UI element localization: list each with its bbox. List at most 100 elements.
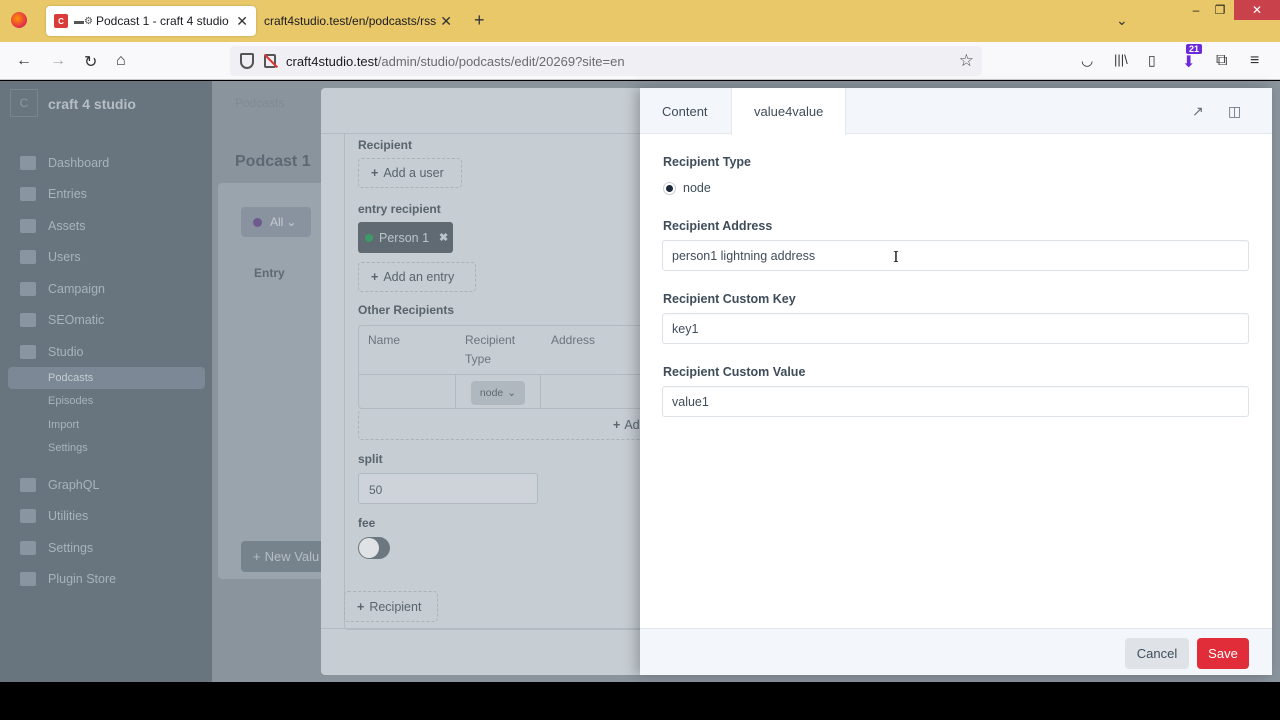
hamburger-menu-icon[interactable]: ≡ [1250,52,1259,70]
sidebar-item-users[interactable]: Users [20,250,81,264]
filter-label: All [270,215,284,229]
sidebar-toggle-icon[interactable]: ▯ [1148,52,1156,69]
recipient-custom-value-label: Recipient Custom Value [663,365,806,379]
add-entry-button[interactable]: + Add an entry [358,262,476,292]
status-dot-icon [253,217,262,227]
sidebar-item-label: Entries [48,187,87,201]
entry-chip-label: Person 1 [379,230,430,245]
save-button[interactable]: Save [1197,638,1249,669]
sidebar-panel-icon[interactable]: ◫ [1228,103,1241,120]
recipient-type-radio-node[interactable]: node [663,181,711,195]
sidebar-item-graphql[interactable]: GraphQL [20,478,99,492]
entry-recipient-label: entry recipient [358,202,441,216]
subnav-podcasts[interactable]: Podcasts [48,372,93,384]
gear-icon [20,541,36,555]
new-value-label: New Valu [264,549,320,564]
radio-selected-icon[interactable] [663,181,676,195]
sidebar-item-label: Users [48,250,81,264]
sidebar-item-seomatic[interactable]: SEOmatic [20,313,104,327]
recipient-block: Recipient + Add a user entry recipient Pe… [344,134,641,630]
status-dot-icon [365,233,373,242]
sidebar-item-plugin-store[interactable]: Plugin Store [20,572,116,586]
slideout-header: Content value4value ↗ ◫ [640,88,1272,135]
close-tab-icon[interactable]: ✕ [440,13,452,30]
tab-rss[interactable]: craft4studio.test/en/podcasts/rss?p ✕ [258,6,458,36]
recipient-type-select[interactable]: node ⌄ [471,381,525,405]
sidebar-item-label: Assets [48,219,86,233]
restore-icon[interactable]: ❐ [1206,0,1234,20]
add-recipient-button[interactable]: + Recipient [344,591,438,622]
navigation-bar: ← → ↻ ⌂ craft4studio.test/admin/studio/p… [0,42,1280,80]
chevron-down-icon[interactable]: ⌄ [1116,12,1128,29]
library-icon[interactable]: |||\ [1114,52,1128,67]
seomatic-icon [20,313,36,327]
back-icon[interactable]: ← [16,52,32,70]
sidebar-item-dashboard[interactable]: Dashboard [20,156,109,170]
new-tab-icon[interactable]: + [474,10,485,31]
bookmark-star-icon[interactable]: ☆ [959,51,974,71]
subnav-episodes[interactable]: Episodes [48,395,93,407]
sidebar-item-assets[interactable]: Assets [20,219,86,233]
puzzle-extensions-icon[interactable]: ⧉ [1216,52,1227,70]
recipient-address-label: Recipient Address [663,219,773,233]
sidebar-item-settings[interactable]: Settings [20,541,93,555]
plus-icon: + [371,166,379,180]
sidebar-item-label: Plugin Store [48,572,117,586]
sidebar-item-label: Settings [48,541,94,555]
sidebar-item-campaign[interactable]: Campaign [20,282,105,296]
add-user-button[interactable]: + Add a user [358,158,462,188]
sidebar-item-entries[interactable]: Entries [20,187,87,201]
extension-icon[interactable]: ⬇ [1182,52,1195,72]
entries-icon [20,187,36,201]
plus-icon: + [253,549,261,564]
breadcrumb[interactable]: Podcasts [235,96,284,110]
add-row-label: Add a [624,417,641,432]
recipient-custom-key-input[interactable]: key1 [662,313,1249,344]
home-icon[interactable]: ⌂ [116,52,126,70]
extension-badge: 21 [1186,44,1203,54]
entry-chip[interactable]: Person 1 ✖ [358,222,453,253]
url-bar[interactable]: craft4studio.test/admin/studio/podcasts/… [230,46,982,76]
subnav-import[interactable]: Import [48,419,79,431]
tab-content[interactable]: Content [640,88,730,134]
cancel-button[interactable]: Cancel [1125,638,1189,669]
wrench-icon [20,509,36,523]
browser-tab-strip: C ▬⚙ Podcast 1 - craft 4 studio ✕ craft4… [0,0,1280,42]
recipient-custom-key-label: Recipient Custom Key [663,292,796,306]
site-name[interactable]: craft 4 studio [48,96,136,112]
open-external-icon[interactable]: ↗ [1192,103,1204,120]
reload-icon[interactable]: ↻ [84,52,97,72]
assets-icon [20,219,36,233]
tab-podcast[interactable]: C ▬⚙ Podcast 1 - craft 4 studio ✕ [46,6,256,36]
remove-icon[interactable]: ✖ [439,231,448,244]
split-input[interactable]: 50 [358,473,538,504]
sidebar-item-utilities[interactable]: Utilities [20,509,88,523]
status-filter-button[interactable]: All ⌄ [241,207,311,237]
pocket-icon[interactable]: ◡ [1081,52,1093,69]
fee-toggle[interactable] [358,537,390,559]
firefox-icon[interactable] [11,12,27,28]
content-card [218,183,338,579]
sidebar-item-label: Utilities [48,509,89,523]
sidebar-item-studio[interactable]: Studio [20,345,83,359]
shield-icon[interactable] [240,53,254,69]
panel-header [321,88,641,134]
new-value-button[interactable]: + New Valu [241,541,331,572]
plug-icon [20,572,36,586]
tab-value4value[interactable]: value4value [731,88,847,135]
craft-app: C craft 4 studio Dashboard Entries Asset… [0,81,1280,682]
plus-icon: + [357,599,365,614]
forward-icon[interactable]: → [50,52,66,70]
slideout-footer: Cancel Save [640,628,1272,675]
tab-title: craft4studio.test/en/podcasts/rss?p [264,14,437,28]
close-tab-icon[interactable]: ✕ [236,13,248,30]
subnav-settings[interactable]: Settings [48,442,88,454]
recipient-custom-value-input[interactable]: value1 [662,386,1249,417]
users-icon [20,250,36,264]
site-logo[interactable]: C [10,89,38,117]
add-row-button[interactable]: +Add a [358,410,641,440]
url-path: /admin/studio/podcasts/edit/20269?site=e… [377,53,625,69]
window-close-icon[interactable]: ✕ [1234,0,1280,20]
recipient-address-input[interactable]: person1 lightning address I [662,240,1249,271]
insecure-lock-icon[interactable] [264,54,276,68]
